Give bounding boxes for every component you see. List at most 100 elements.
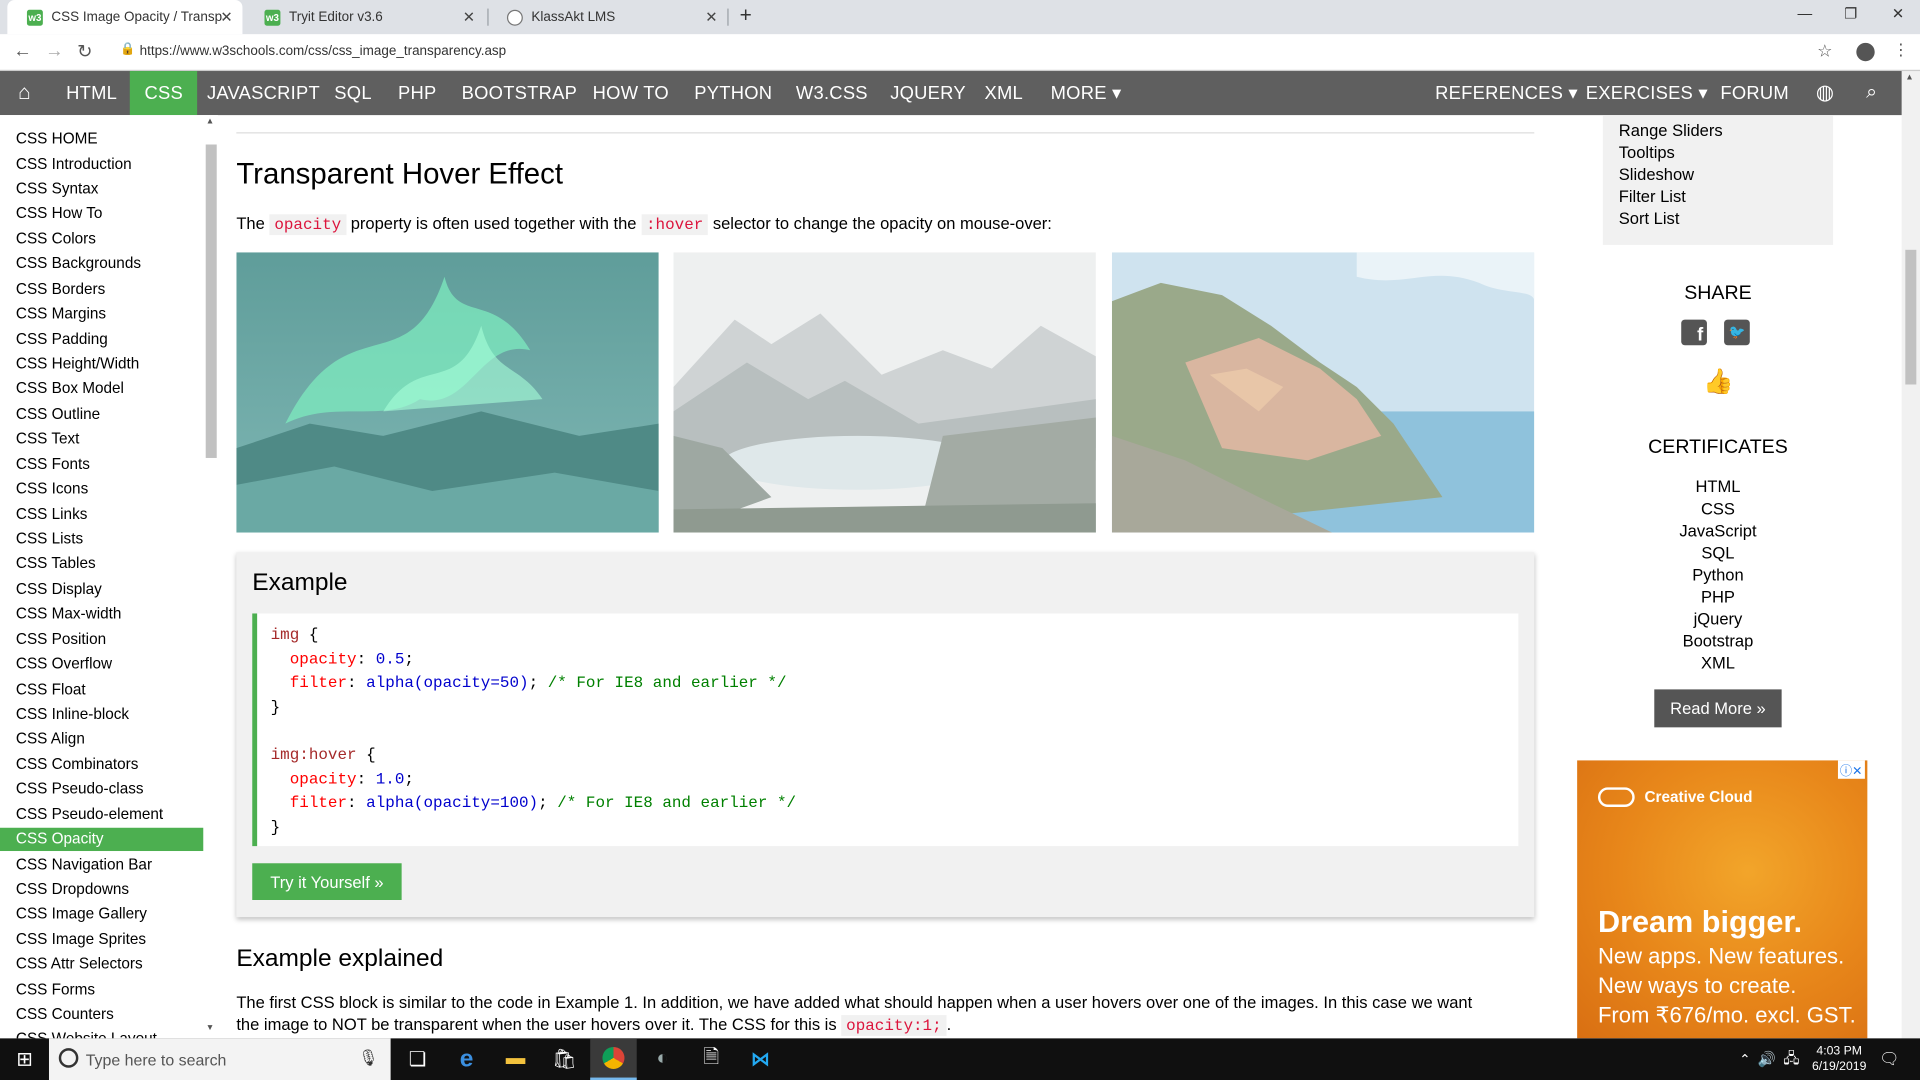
chrome-icon[interactable]	[590, 1038, 637, 1080]
url-field[interactable]: https://www.w3schools.com/css/css_image_…	[140, 44, 507, 59]
certificate-link[interactable]: Python	[1577, 566, 1859, 584]
sidebar-item[interactable]: CSS Align	[0, 727, 203, 750]
profile-avatar-icon[interactable]	[1856, 42, 1875, 62]
creative-cloud-ad[interactable]: ⓘ✕ Creative Cloud Dream bigger. New apps…	[1577, 760, 1868, 1039]
sidebar-item[interactable]: CSS Tables	[0, 552, 203, 575]
twitter-icon[interactable]: 🐦	[1724, 319, 1750, 346]
nav-forum[interactable]: FORUM	[1706, 71, 1804, 115]
home-icon[interactable]: ⌂	[0, 71, 49, 115]
certificate-link[interactable]: PHP	[1577, 588, 1859, 606]
menu-link[interactable]: Range Sliders	[1619, 121, 1723, 139]
sidebar-item[interactable]: CSS Backgrounds	[0, 252, 203, 275]
try-it-yourself-button[interactable]: Try it Yourself »	[252, 863, 402, 901]
certificate-link[interactable]: JavaScript	[1577, 522, 1859, 540]
sidebar-item[interactable]: CSS Pseudo-element	[0, 803, 203, 826]
windows-start-icon[interactable]: ⊞	[9, 1046, 41, 1073]
sidebar-item[interactable]: CSS Introduction	[0, 153, 203, 176]
maximize-icon[interactable]: ❐	[1844, 5, 1857, 22]
tab-klassakt-lms[interactable]: KlassAkt LMS ✕	[487, 0, 727, 34]
store-icon[interactable]: 🛍	[549, 1046, 581, 1073]
nav-xml[interactable]: XML	[970, 71, 1038, 115]
reload-icon[interactable]: ↻	[77, 40, 92, 63]
page-scrollbar[interactable]: ▲	[1901, 71, 1920, 1039]
sidebar-item[interactable]: CSS Forms	[0, 978, 203, 1001]
menu-link[interactable]: Sort List	[1619, 209, 1680, 227]
sidebar-item[interactable]: CSS Outline	[0, 403, 203, 426]
sidebar-item-active[interactable]: CSS Opacity	[0, 827, 204, 852]
sidebar-item[interactable]: CSS Image Sprites	[0, 928, 203, 951]
cinque-terre-image[interactable]	[1111, 252, 1535, 533]
nav-jquery[interactable]: JQUERY	[876, 71, 981, 115]
certificate-link[interactable]: HTML	[1577, 478, 1859, 496]
certificate-link[interactable]: Bootstrap	[1577, 632, 1859, 650]
tab-css-image-opacity[interactable]: w3 CSS Image Opacity / Transparenc ✕	[7, 0, 243, 35]
forward-icon[interactable]: →	[45, 40, 63, 61]
vscode-icon[interactable]: ⋈	[744, 1046, 776, 1073]
nav-css[interactable]: CSS	[129, 71, 198, 116]
certificate-link[interactable]: CSS	[1577, 500, 1859, 518]
window-close-icon[interactable]: ✕	[1892, 5, 1904, 22]
page-scrollbar-thumb[interactable]	[1905, 249, 1917, 385]
sidebar-item[interactable]: CSS Links	[0, 503, 203, 526]
sidebar-item[interactable]: CSS Borders	[0, 278, 203, 301]
nav-references[interactable]: REFERENCES ▾	[1420, 71, 1592, 115]
sidebar-item[interactable]: CSS Float	[0, 678, 203, 701]
sidebar-item[interactable]: CSS HOME	[0, 127, 203, 150]
sidebar-scrollbar[interactable]	[205, 144, 217, 458]
sidebar-item[interactable]: CSS Padding	[0, 328, 203, 351]
nav-html[interactable]: HTML	[51, 71, 131, 115]
eclipse-icon[interactable]: ◐	[647, 1046, 679, 1073]
nav-bootstrap[interactable]: BOOTSTRAP	[447, 71, 592, 115]
sidebar-item[interactable]: CSS Image Gallery	[0, 902, 203, 925]
mountain-lake-image[interactable]	[673, 252, 1096, 533]
menu-link[interactable]: Filter List	[1619, 187, 1686, 205]
sidebar-item[interactable]: CSS Text	[0, 427, 203, 450]
nav-php[interactable]: PHP	[383, 71, 451, 115]
sidebar-item[interactable]: CSS How To	[0, 202, 203, 225]
microphone-icon[interactable]: 🎙	[358, 1048, 378, 1068]
menu-link[interactable]: Tooltips	[1619, 143, 1675, 161]
bookmark-star-icon[interactable]: ☆	[1817, 40, 1832, 61]
new-tab-icon[interactable]: +	[740, 4, 752, 28]
task-view-icon[interactable]: ❏	[402, 1046, 434, 1073]
globe-icon[interactable]: ◍	[1801, 71, 1849, 115]
notepad-icon[interactable]: 🗎	[696, 1046, 728, 1073]
browser-menu-icon[interactable]: ⋮	[1893, 40, 1909, 60]
sidebar-item[interactable]: CSS Attr Selectors	[0, 953, 203, 976]
notifications-icon[interactable]: 🗨	[1873, 1046, 1905, 1073]
sidebar-item[interactable]: CSS Margins	[0, 302, 203, 325]
tab-tryit-editor[interactable]: w3 Tryit Editor v3.6 ✕	[245, 0, 485, 34]
sidebar-item[interactable]: CSS Navigation Bar	[0, 853, 203, 876]
sidebar-item[interactable]: CSS Website Layout	[0, 1027, 203, 1039]
sidebar-item[interactable]: CSS Overflow	[0, 653, 203, 676]
close-tab-icon[interactable]: ✕	[705, 9, 717, 26]
back-icon[interactable]: ←	[13, 40, 31, 61]
close-tab-icon[interactable]: ✕	[220, 9, 232, 26]
close-tab-icon[interactable]: ✕	[463, 9, 475, 26]
nav-more[interactable]: MORE ▾	[1036, 71, 1136, 115]
minimize-icon[interactable]: —	[1798, 5, 1813, 22]
sidebar-item[interactable]: CSS Position	[0, 628, 203, 651]
search-icon[interactable]: ⌕	[1851, 71, 1892, 115]
sidebar-scroll-down-icon[interactable]: ▼	[206, 1024, 214, 1033]
facebook-icon[interactable]: f	[1681, 319, 1707, 346]
sidebar-item[interactable]: CSS Syntax	[0, 178, 203, 201]
nav-python[interactable]: PYTHON	[680, 71, 787, 115]
sidebar-item[interactable]: CSS Pseudo-class	[0, 778, 203, 801]
sidebar-scroll-up-icon[interactable]: ▲	[206, 118, 214, 127]
nav-how-to[interactable]: HOW TO	[578, 71, 684, 115]
certificate-link[interactable]: XML	[1577, 654, 1859, 672]
sidebar-item[interactable]: CSS Display	[0, 578, 203, 601]
nav-sql[interactable]: SQL	[320, 71, 387, 115]
sidebar-item[interactable]: CSS Fonts	[0, 453, 203, 476]
sidebar-item[interactable]: CSS Height/Width	[0, 353, 203, 376]
nav-javascript[interactable]: JAVASCRIPT	[192, 71, 334, 115]
sidebar-item[interactable]: CSS Inline-block	[0, 703, 203, 726]
certificate-link[interactable]: SQL	[1577, 544, 1859, 562]
thumbs-up-icon[interactable]: 👍	[1703, 366, 1733, 397]
sidebar-item[interactable]: CSS Dropdowns	[0, 878, 203, 901]
northern-lights-image[interactable]	[236, 252, 659, 533]
taskbar-search-box[interactable]: Type here to search 🎙	[48, 1038, 391, 1080]
sidebar-item[interactable]: CSS Icons	[0, 478, 203, 501]
ad-choices-icon[interactable]: ⓘ✕	[1837, 760, 1865, 779]
